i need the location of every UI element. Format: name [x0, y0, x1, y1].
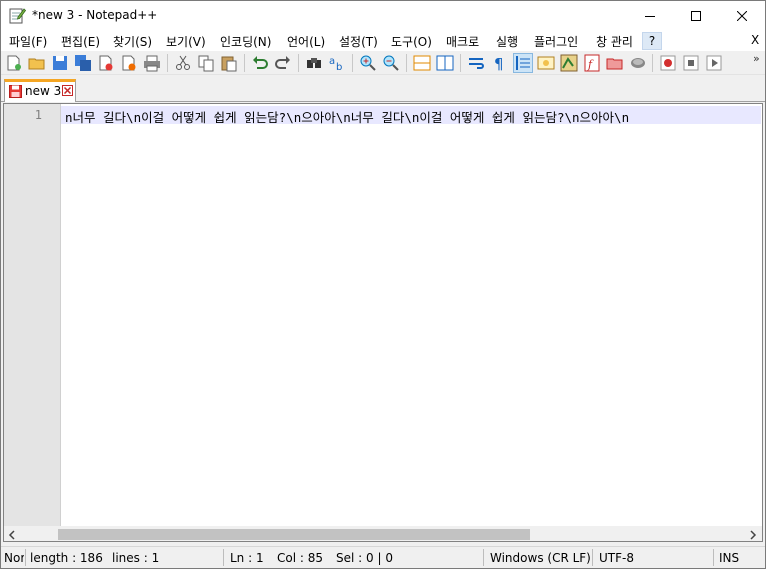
- editor-area[interactable]: 1 n너무 길다\n이걸 어떻게 쉽게 읽는담?\n으아아\n너무 길다\n이걸…: [3, 103, 763, 542]
- menu-search[interactable]: 찾기(S): [113, 33, 152, 50]
- status-lines: lines : 1: [112, 551, 160, 565]
- scrollbar-thumb[interactable]: [58, 529, 530, 540]
- copy-icon[interactable]: [197, 54, 215, 72]
- close-document-button[interactable]: X: [751, 33, 759, 47]
- save-all-icon[interactable]: [74, 54, 92, 72]
- toolbar-separator: [244, 54, 245, 72]
- scroll-right-icon[interactable]: [748, 530, 758, 540]
- status-file-type: Nor: [4, 551, 24, 565]
- text-area[interactable]: n너무 길다\n이걸 어떻게 쉽게 읽는담?\n으아아\n너무 길다\n이걸 어…: [61, 104, 761, 526]
- open-file-icon[interactable]: [28, 54, 46, 72]
- show-all-chars-icon[interactable]: ¶: [490, 54, 508, 72]
- menu-view[interactable]: 보기(V): [166, 33, 206, 50]
- zoom-out-icon[interactable]: [382, 54, 400, 72]
- print-icon[interactable]: [143, 54, 161, 72]
- play-macro-icon[interactable]: [705, 54, 723, 72]
- menu-macro[interactable]: 매크로: [446, 33, 479, 50]
- status-divider: [25, 549, 26, 566]
- close-file-icon[interactable]: [97, 54, 115, 72]
- menu-tools[interactable]: 도구(O): [391, 33, 432, 50]
- redo-icon[interactable]: [274, 54, 292, 72]
- line-number: 1: [34, 108, 42, 122]
- menu-settings[interactable]: 설정(T): [339, 33, 378, 50]
- close-icon: [737, 11, 747, 21]
- status-encoding[interactable]: UTF-8: [599, 551, 634, 565]
- scroll-left-icon[interactable]: [7, 530, 17, 540]
- paste-icon[interactable]: [220, 54, 238, 72]
- status-selection: Sel : 0 | 0: [336, 551, 393, 565]
- svg-text:a: a: [329, 56, 335, 67]
- sync-vertical-icon[interactable]: [413, 54, 431, 72]
- tab-label: new 3: [25, 84, 62, 98]
- word-wrap-icon[interactable]: [467, 54, 485, 72]
- sync-horizontal-icon[interactable]: [436, 54, 454, 72]
- status-divider: [223, 549, 224, 566]
- tab-bar: new 3: [1, 76, 765, 102]
- replace-icon[interactable]: ab: [328, 54, 346, 72]
- horizontal-scrollbar[interactable]: [4, 526, 762, 541]
- toolbar-separator: [298, 54, 299, 72]
- toolbar: ab ¶ f »: [1, 51, 765, 75]
- doc-map-icon[interactable]: [560, 54, 578, 72]
- toolbar-separator: [460, 54, 461, 72]
- menu-encoding[interactable]: 인코딩(N): [220, 33, 271, 50]
- line-number-gutter: 1: [4, 104, 61, 526]
- folder-workspace-icon[interactable]: [606, 54, 624, 72]
- svg-text:¶: ¶: [494, 55, 504, 72]
- close-window-button[interactable]: [719, 1, 765, 31]
- status-divider: [713, 549, 714, 566]
- menu-bar: 파일(F) 편집(E) 찾기(S) 보기(V) 인코딩(N) 언어(L) 설정(…: [1, 31, 765, 51]
- status-column-position: Col : 85: [277, 551, 323, 565]
- function-list-icon[interactable]: f: [583, 54, 601, 72]
- monitor-icon[interactable]: [629, 54, 647, 72]
- save-icon[interactable]: [51, 54, 69, 72]
- minimize-icon: [645, 16, 655, 17]
- status-bar: Nor length : 186 lines : 1 Ln : 1 Col : …: [1, 546, 765, 568]
- maximize-icon: [691, 11, 701, 21]
- cut-icon[interactable]: [174, 54, 192, 72]
- menu-file[interactable]: 파일(F): [9, 33, 47, 50]
- svg-text:b: b: [336, 62, 342, 72]
- toolbar-overflow-button[interactable]: »: [753, 52, 760, 65]
- user-lang-icon[interactable]: [537, 54, 555, 72]
- menu-plugins[interactable]: 플러그인: [534, 33, 578, 50]
- window-title: *new 3 - Notepad++: [32, 8, 158, 22]
- status-line-position: Ln : 1: [230, 551, 264, 565]
- toolbar-separator: [406, 54, 407, 72]
- status-length: length : 186: [30, 551, 103, 565]
- status-eol-format[interactable]: Windows (CR LF): [490, 551, 591, 565]
- menu-help[interactable]: ?: [642, 32, 662, 50]
- indent-guide-icon[interactable]: [513, 53, 533, 73]
- tab-close-icon[interactable]: [62, 85, 73, 96]
- minimize-button[interactable]: [627, 1, 673, 31]
- status-insert-mode[interactable]: INS: [719, 551, 739, 565]
- notepad-pencil-icon: [9, 8, 26, 24]
- tab-new-3[interactable]: new 3: [4, 79, 76, 102]
- status-divider: [483, 549, 484, 566]
- toolbar-separator: [352, 54, 353, 72]
- status-divider: [592, 549, 593, 566]
- toolbar-separator: [167, 54, 168, 72]
- menu-language[interactable]: 언어(L): [287, 33, 325, 50]
- title-bar: *new 3 - Notepad++: [1, 1, 765, 31]
- zoom-in-icon[interactable]: [359, 54, 377, 72]
- maximize-button[interactable]: [673, 1, 719, 31]
- stop-macro-icon[interactable]: [682, 54, 700, 72]
- new-file-icon[interactable]: [5, 54, 23, 72]
- notepad-window: *new 3 - Notepad++ 파일(F) 편집(E) 찾기(S) 보기(…: [0, 0, 766, 569]
- menu-edit[interactable]: 편집(E): [61, 33, 100, 50]
- toolbar-separator: [652, 54, 653, 72]
- record-macro-icon[interactable]: [659, 54, 677, 72]
- find-icon[interactable]: [305, 54, 323, 72]
- close-all-icon[interactable]: [120, 54, 138, 72]
- menu-run[interactable]: 실행: [496, 33, 518, 50]
- line-text[interactable]: n너무 길다\n이걸 어떻게 쉽게 읽는담?\n으아아\n너무 길다\n이걸 어…: [65, 107, 629, 126]
- undo-icon[interactable]: [251, 54, 269, 72]
- menu-window[interactable]: 창 관리: [596, 33, 633, 50]
- unsaved-file-icon: [9, 85, 22, 98]
